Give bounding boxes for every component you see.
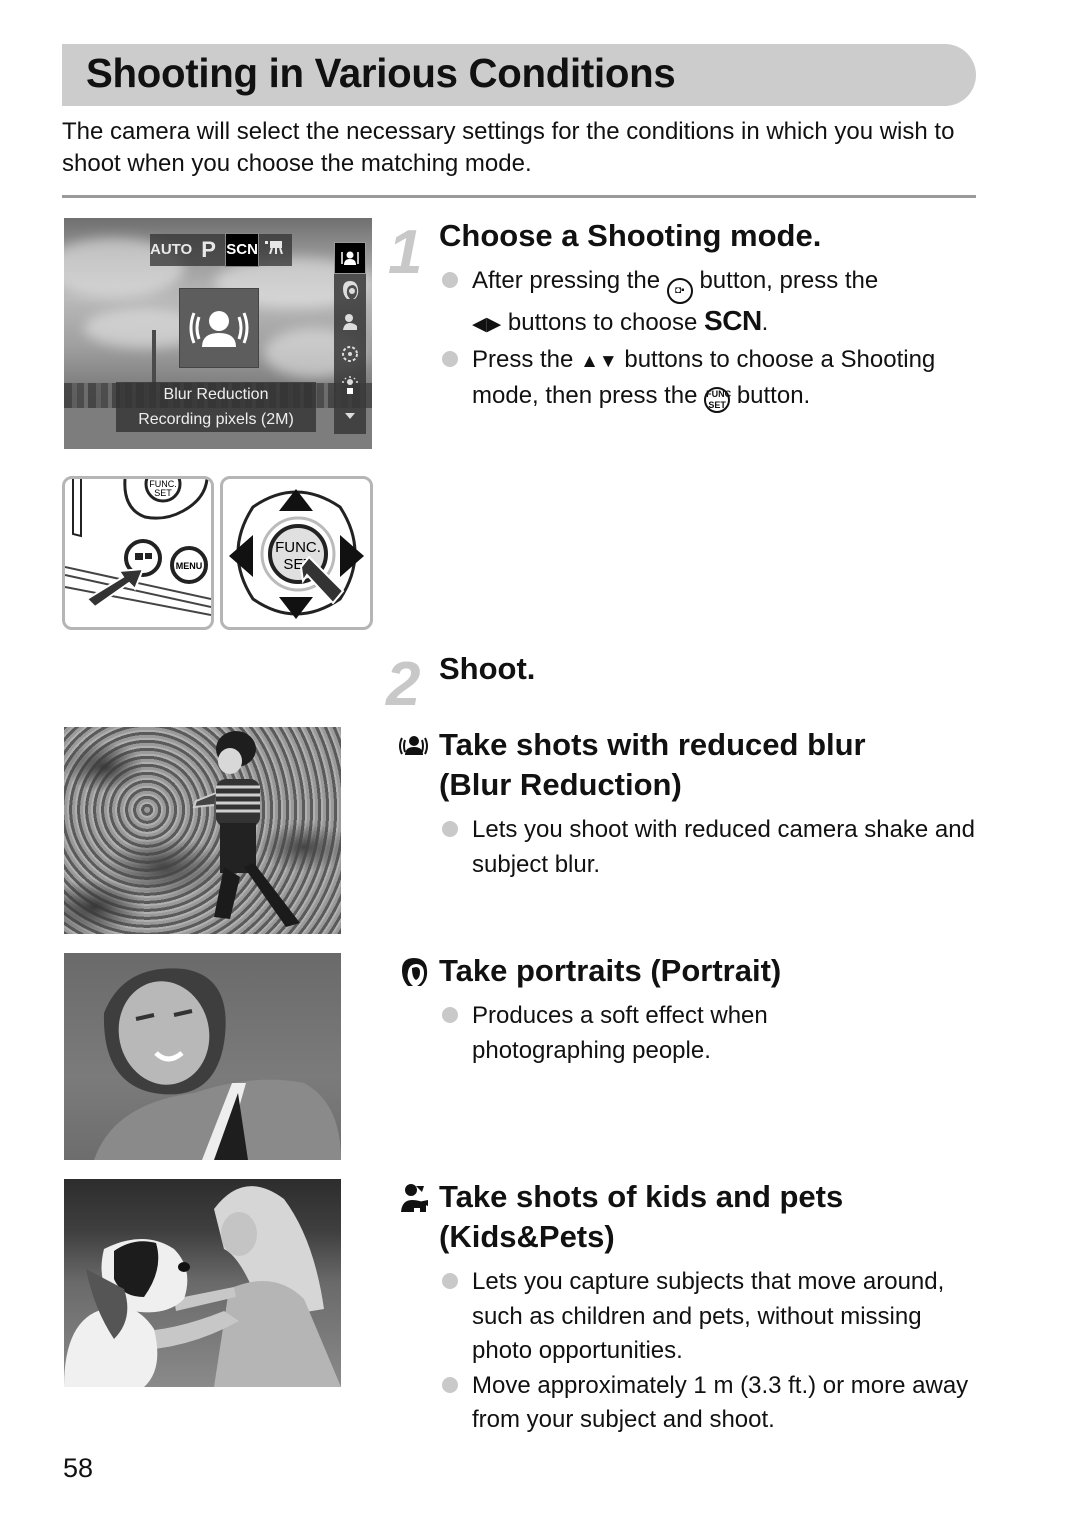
blur-reduction-title: Take shots with reduced blur (Blur Reduc…: [439, 727, 866, 802]
menu-label: MENU: [176, 561, 203, 571]
lcd-caption-pixels: Recording pixels (2M): [138, 411, 294, 428]
girl-with-dog-photo: [64, 1179, 341, 1387]
mode-strip: AUTO P SCN: [150, 233, 292, 267]
step-1-bullets: After pressing the ◘▪ button, press the …: [440, 264, 980, 414]
step-number-1: 1: [388, 218, 423, 287]
running-child-photo: [64, 727, 341, 934]
portrait-title: Take portraits (Portrait): [439, 953, 782, 988]
smart-shutter-icon: [334, 338, 366, 370]
step-2-title: Shoot.: [439, 651, 536, 686]
step-1-bullet-1: After pressing the ◘▪ button, press the …: [440, 264, 980, 343]
dpad-illustration: FUNC. SET: [220, 476, 373, 630]
kids-pets-bullets: Lets you capture subjects that move arou…: [440, 1265, 980, 1438]
mode-button-illustration: FUNC. SET MENU: [62, 476, 214, 630]
list-item: Move approximately 1 m (3.3 ft.) or more…: [440, 1369, 980, 1438]
intro-paragraph: The camera will select the necessary set…: [62, 118, 955, 177]
portrait-icon: [398, 956, 438, 989]
func-label: FUNC.: [275, 539, 321, 556]
list-item: Produces a soft effect when photographin…: [440, 999, 842, 1068]
scene-mode-strip: [334, 242, 366, 434]
blur-reduction-icon: [334, 242, 366, 274]
portrait-icon: [334, 274, 366, 306]
func-set-button-icon: FUNC SET: [704, 387, 731, 413]
kids-pets-icon: [398, 1182, 438, 1215]
lcd-caption-mode: Blur Reduction: [163, 386, 269, 403]
divider: [62, 195, 976, 198]
scroll-down-icon: [334, 402, 366, 430]
blur-reduction-bullets: Lets you shoot with reduced camera shake…: [440, 813, 980, 882]
smiling-woman-photo: [64, 953, 341, 1160]
movie-icon: [259, 234, 292, 266]
up-down-arrows-icon: ▲▼: [580, 350, 618, 372]
kids-pets-icon: [334, 306, 366, 338]
blur-reduction-icon-large: [179, 288, 259, 368]
mode-scn: SCN: [224, 233, 260, 267]
portrait-bullets: Produces a soft effect when photographin…: [440, 999, 980, 1068]
scn-label: SCN: [704, 305, 762, 336]
svg-text:SET: SET: [154, 488, 172, 498]
step-1-title: Choose a Shooting mode.: [439, 218, 822, 253]
kids-pets-title: Take shots of kids and pets (Kids&Pets): [439, 1179, 844, 1254]
mode-auto: AUTO: [150, 241, 193, 258]
list-item: Lets you shoot with reduced camera shake…: [440, 813, 980, 882]
lcd-caption: Blur Reduction Recording pixels (2M): [116, 382, 316, 432]
page-title: Shooting in Various Conditions: [86, 50, 676, 96]
mode-p: P: [201, 237, 216, 262]
low-light-icon: [334, 370, 366, 402]
camera-lcd-screenshot: AUTO P SCN Blur Reduction Recording pixe…: [64, 218, 372, 449]
step-1-bullet-2: Press the ▲▼ buttons to choose a Shootin…: [440, 343, 980, 414]
mode-button-icon: ◘▪: [666, 278, 693, 304]
left-right-arrows-icon: ◀▶: [472, 314, 502, 335]
blur-reduction-icon: [398, 730, 438, 763]
list-item: Lets you capture subjects that move arou…: [440, 1265, 980, 1369]
step-number-2: 2: [386, 650, 421, 719]
page-number: 58: [63, 1453, 94, 1483]
